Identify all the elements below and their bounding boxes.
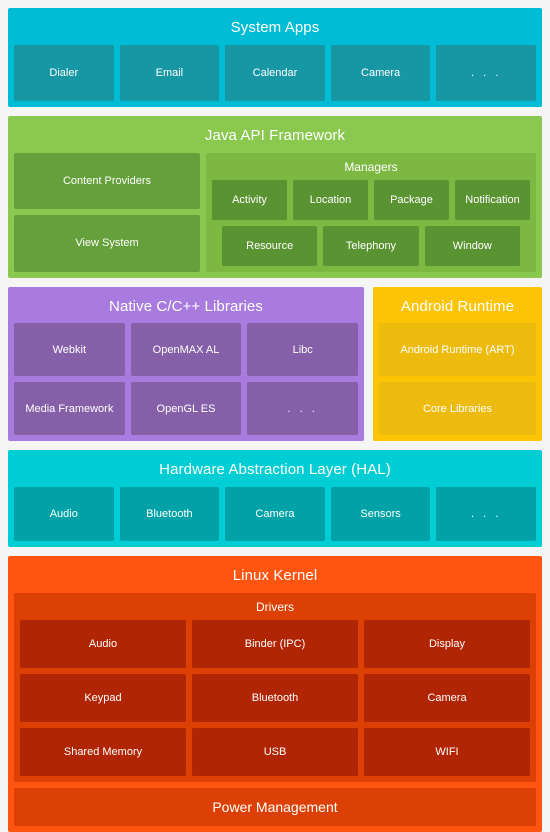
android-runtime-tile-row-1: Android Runtime (ART) [379, 323, 536, 377]
tile-telephony-manager: Telephony [323, 225, 419, 266]
tile-activity-manager: Activity [212, 179, 287, 220]
tile-driver-shared-memory: Shared Memory [20, 728, 186, 777]
managers-panel: Managers Activity Location Package Notif… [206, 152, 536, 272]
tile-driver-camera: Camera [364, 674, 530, 723]
tile-camera: Camera [330, 44, 431, 101]
tile-calendar: Calendar [225, 44, 325, 101]
tile-email: Email [119, 44, 220, 101]
framework-left-column: Content Providers View System [14, 152, 200, 272]
managers-tile-row-2: Resource Telephony Window [212, 225, 530, 266]
native-libraries-tile-row-2: Media Framework OpenGL ES . . . [14, 382, 359, 436]
android-runtime-tile-row-2: Core Libraries [379, 382, 536, 436]
drivers-tile-row-2: Keypad Bluetooth Camera [20, 674, 530, 723]
tile-hal-sensors: Sensors [330, 487, 431, 542]
tile-driver-bluetooth: Bluetooth [192, 674, 358, 723]
tile-window-manager: Window [424, 225, 520, 266]
layer-title-java-api-framework: Java API Framework [204, 126, 346, 144]
layer-system-apps: System Apps Dialer Email Calendar Camera… [8, 8, 542, 107]
tile-package-manager: Package [374, 179, 449, 220]
tile-openmax-al: OpenMAX AL [130, 323, 242, 377]
tile-system-apps-ellipsis: . . . [436, 44, 536, 101]
android-architecture-diagram: System Apps Dialer Email Calendar Camera… [0, 0, 550, 832]
tile-hal-ellipsis: . . . [436, 487, 536, 542]
managers-title: Managers [344, 159, 398, 174]
drivers-tile-row-1: Audio Binder (IPC) Display [20, 620, 530, 669]
native-and-runtime-row: Native C/C++ Libraries Webkit OpenMAX AL… [8, 286, 542, 442]
tile-driver-usb: USB [192, 728, 358, 777]
tile-content-providers: Content Providers [14, 152, 200, 210]
tile-core-libraries: Core Libraries [379, 382, 536, 436]
layer-title-linux-kernel: Linux Kernel [232, 567, 318, 585]
tile-notification-manager: Notification [455, 179, 530, 220]
tile-driver-audio: Audio [20, 620, 186, 669]
tile-opengl-es: OpenGL ES [130, 382, 242, 436]
managers-tile-row-1: Activity Location Package Notification [212, 179, 530, 220]
drivers-title: Drivers [256, 599, 294, 614]
tile-driver-keypad: Keypad [20, 674, 186, 723]
tile-android-runtime-art: Android Runtime (ART) [379, 323, 536, 377]
native-libraries-tile-row-1: Webkit OpenMAX AL Libc [14, 323, 359, 377]
layer-title-native-libraries: Native C/C++ Libraries [109, 297, 263, 315]
tile-location-manager: Location [293, 179, 368, 220]
tile-driver-wifi: WIFI [364, 728, 530, 777]
tile-hal-audio: Audio [14, 487, 114, 542]
tile-dialer: Dialer [14, 44, 114, 101]
drivers-panel: Drivers Audio Binder (IPC) Display Keypa… [14, 592, 536, 783]
tile-view-system: View System [14, 215, 200, 272]
tile-resource-manager: Resource [222, 225, 318, 266]
tile-driver-display: Display [364, 620, 530, 669]
layer-title-android-runtime: Android Runtime [400, 297, 515, 315]
tile-driver-binder-ipc: Binder (IPC) [192, 620, 358, 669]
drivers-tile-row-3: Shared Memory USB WIFI [20, 728, 530, 777]
layer-android-runtime: Android Runtime Android Runtime (ART) Co… [373, 286, 542, 442]
tile-power-management: Power Management [14, 788, 536, 827]
tile-webkit: Webkit [14, 323, 125, 377]
tile-media-framework: Media Framework [14, 382, 125, 436]
layer-title-system-apps: System Apps [230, 19, 320, 36]
layer-java-api-framework: Java API Framework Content Providers Vie… [8, 115, 542, 278]
tile-libc: Libc [247, 323, 359, 377]
layer-linux-kernel: Linux Kernel Drivers Audio Binder (IPC) … [8, 556, 542, 832]
layer-title-hal: Hardware Abstraction Layer (HAL) [159, 461, 391, 479]
layer-native-libraries: Native C/C++ Libraries Webkit OpenMAX AL… [8, 286, 364, 442]
hal-tile-row: Audio Bluetooth Camera Sensors . . . [14, 487, 536, 542]
layer-hardware-abstraction-layer: Hardware Abstraction Layer (HAL) Audio B… [8, 450, 542, 548]
system-apps-tile-row: Dialer Email Calendar Camera . . . [14, 44, 536, 101]
tile-native-libraries-ellipsis: . . . [247, 382, 359, 436]
tile-hal-camera: Camera [225, 487, 325, 542]
tile-hal-bluetooth: Bluetooth [119, 487, 220, 542]
java-api-framework-body: Content Providers View System Managers A… [14, 152, 536, 272]
